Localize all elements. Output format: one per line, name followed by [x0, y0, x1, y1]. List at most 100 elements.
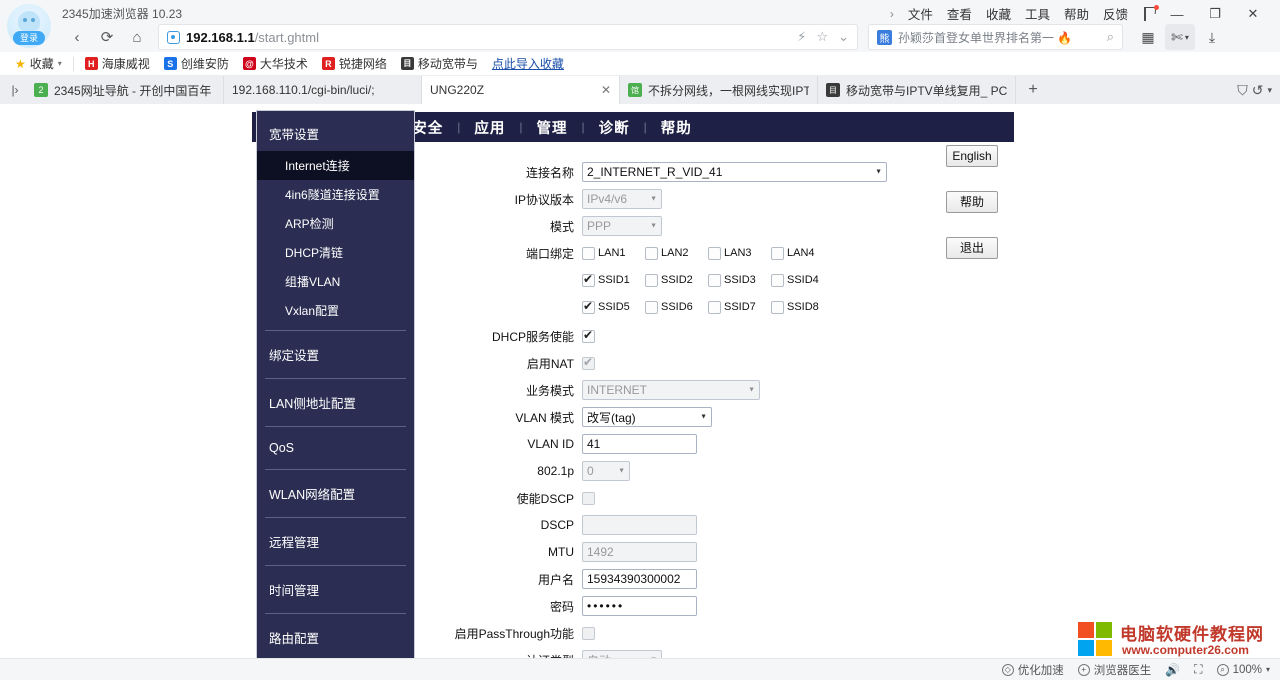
import-bookmarks-link[interactable]: 点此导入收藏 — [485, 55, 571, 72]
tab-ung220z[interactable]: UNG220Z ✕ — [422, 76, 620, 104]
new-tab-button[interactable]: + — [1016, 76, 1050, 104]
checkbox-ssid7[interactable] — [708, 301, 721, 314]
zoom-control[interactable]: ⌕ 100% ▾ — [1217, 664, 1270, 676]
bookmark-ruijie[interactable]: R 锐捷网络 — [315, 55, 394, 72]
checkbox-dhcp-service[interactable] — [582, 330, 595, 343]
checkbox-lan4[interactable] — [771, 247, 784, 260]
volume-icon[interactable]: 🔊 — [1165, 663, 1180, 677]
checkbox-lan1[interactable] — [582, 247, 595, 260]
windows-logo-icon — [1078, 622, 1114, 658]
checkbox-ssid2[interactable] — [645, 274, 658, 287]
optimize-accelerate-button[interactable]: ◇ 优化加速 — [1002, 662, 1064, 678]
checkbox-lan2[interactable] — [645, 247, 658, 260]
downloads-icon[interactable]: ⤓ — [1197, 24, 1227, 50]
sidebar-item-internet-connection[interactable]: Internet连接 — [257, 151, 414, 180]
dscp-input[interactable] — [582, 515, 697, 535]
logout-button[interactable]: 退出 — [946, 237, 998, 259]
vlan-id-input[interactable] — [582, 434, 697, 454]
tab-luci-router[interactable]: 192.168.110.1/cgi-bin/luci/; — [224, 76, 422, 104]
bookmark-star-icon[interactable]: ☆ — [816, 29, 828, 45]
field-password: 密码 — [430, 596, 950, 616]
search-engine-icon[interactable]: 熊 — [877, 30, 892, 45]
home-button[interactable]: ⌂ — [122, 23, 152, 51]
checkbox-passthrough[interactable] — [582, 627, 595, 640]
username-input[interactable] — [582, 569, 697, 589]
tab-iptv-article[interactable]: 馆 不拆分网线，一根网线实现IPT — [620, 76, 818, 104]
menu-expand-chevron-icon[interactable]: › — [890, 7, 894, 21]
search-bar[interactable]: 熊 孙颖莎首登女单世界排名第一 🔥 ⌕ — [868, 24, 1123, 50]
sidebar-item-route-config[interactable]: 路由配置 — [257, 619, 414, 656]
ip-version-select[interactable] — [582, 189, 662, 209]
mtu-input[interactable] — [582, 542, 697, 562]
english-button[interactable]: English — [946, 145, 998, 167]
browser-doctor-button[interactable]: + 浏览器医生 — [1078, 662, 1152, 678]
checkbox-enable-dscp[interactable] — [582, 492, 595, 505]
bookmarks-folder[interactable]: ★ 收藏 ▾ — [8, 55, 69, 72]
tab-2345-nav[interactable]: 2 2345网址导航 - 开创中国百年 — [26, 76, 224, 104]
reload-button[interactable]: ⟳ — [92, 23, 122, 51]
sidebar-item-time-management[interactable]: 时间管理 — [257, 571, 414, 608]
bookmark-dahua[interactable]: @ 大华技术 — [236, 55, 315, 72]
nav-application[interactable]: 应用 — [460, 117, 519, 138]
flag-notification-icon[interactable] — [1142, 7, 1158, 21]
checkbox-ssid8[interactable] — [771, 301, 784, 314]
menu-item-file[interactable]: 文件 — [908, 4, 933, 23]
checkbox-enable-nat[interactable] — [582, 357, 595, 370]
checkbox-ssid5[interactable] — [582, 301, 595, 314]
checkbox-lan3[interactable] — [708, 247, 721, 260]
bookmark-skyworth[interactable]: S 创维安防 — [157, 55, 236, 72]
menu-item-tools[interactable]: 工具 — [1025, 4, 1050, 23]
bookmark-mobile-broadband[interactable]: 目 移动宽带与 — [394, 55, 485, 72]
browser-logo[interactable]: 登录 — [0, 0, 58, 52]
checkbox-ssid3[interactable] — [708, 274, 721, 287]
checkbox-ssid1[interactable] — [582, 274, 595, 287]
sidebar-item-4in6-tunnel[interactable]: 4in6隧道连接设置 — [257, 180, 414, 209]
service-mode-select[interactable] — [582, 380, 760, 400]
restore-tab-icon[interactable]: ⛉ — [1237, 82, 1248, 99]
back-button[interactable]: ‹ — [62, 23, 92, 51]
sidebar-item-dhcp-chain[interactable]: DHCP清链 — [257, 238, 414, 267]
sidebar-item-qos[interactable]: QoS — [257, 432, 414, 464]
connection-name-select[interactable] — [582, 162, 887, 182]
tab-scroll-arrow[interactable]: |› — [4, 76, 26, 104]
menu-item-help[interactable]: 帮助 — [1064, 4, 1089, 23]
tab-menu-chevron-icon[interactable]: ▾ — [1267, 85, 1272, 96]
address-bar[interactable]: 192.168.1.1 /start.ghtml ⚡ ☆ ⌄ — [158, 24, 858, 50]
nav-help[interactable]: 帮助 — [647, 117, 706, 138]
sidebar-item-binding-settings[interactable]: 绑定设置 — [257, 336, 414, 373]
label-passthrough: 启用PassThrough功能 — [430, 625, 582, 642]
nav-management[interactable]: 管理 — [523, 117, 582, 138]
undo-close-tab-icon[interactable]: ↺ — [1252, 82, 1264, 99]
tab-close-icon[interactable]: ✕ — [601, 83, 611, 97]
password-input[interactable] — [582, 596, 697, 616]
sidebar-item-vxlan-config[interactable]: Vxlan配置 — [257, 296, 414, 325]
login-badge[interactable]: 登录 — [13, 31, 45, 45]
checkbox-ssid6[interactable] — [645, 301, 658, 314]
menu-item-feedback[interactable]: 反馈 — [1103, 4, 1128, 23]
label-dhcp-service: DHCP服务使能 — [430, 328, 582, 345]
help-button[interactable]: 帮助 — [946, 191, 998, 213]
sidebar-item-wlan-config[interactable]: WLAN网络配置 — [257, 475, 414, 512]
fullscreen-icon[interactable]: ⛶ — [1194, 662, 1202, 677]
tab-mobile-iptv[interactable]: 目 移动宽带与IPTV单线复用_ PC — [818, 76, 1016, 104]
apps-grid-icon[interactable]: ▦ — [1133, 24, 1163, 50]
ruijie-icon: R — [322, 57, 335, 70]
checkbox-ssid4[interactable] — [771, 274, 784, 287]
search-icon[interactable]: ⌕ — [1107, 29, 1114, 45]
sidebar-item-arp-detect[interactable]: ARP检测 — [257, 209, 414, 238]
nav-diagnostics[interactable]: 诊断 — [585, 117, 644, 138]
vlan-mode-select[interactable] — [582, 407, 712, 427]
dot1p-select[interactable] — [582, 461, 630, 481]
sidebar-item-remote-management[interactable]: 远程管理 — [257, 523, 414, 560]
address-chevron-down-icon[interactable]: ⌄ — [838, 29, 849, 45]
menu-item-favorites[interactable]: 收藏 — [986, 4, 1011, 23]
menu-item-view[interactable]: 查看 — [947, 4, 972, 23]
field-dhcp-service: DHCP服务使能 — [430, 326, 950, 346]
sidebar-item-lan-address[interactable]: LAN侧地址配置 — [257, 384, 414, 421]
sidebar-item-multicast-vlan[interactable]: 组播VLAN — [257, 267, 414, 296]
search-input[interactable]: 孙颖莎首登女单世界排名第一 🔥 — [898, 29, 1072, 46]
bookmark-hikvision[interactable]: H 海康威视 — [78, 55, 157, 72]
lightning-icon[interactable]: ⚡ — [797, 29, 806, 45]
mode-select[interactable] — [582, 216, 662, 236]
screenshot-scissors-icon[interactable]: ✄▾ — [1165, 24, 1195, 50]
